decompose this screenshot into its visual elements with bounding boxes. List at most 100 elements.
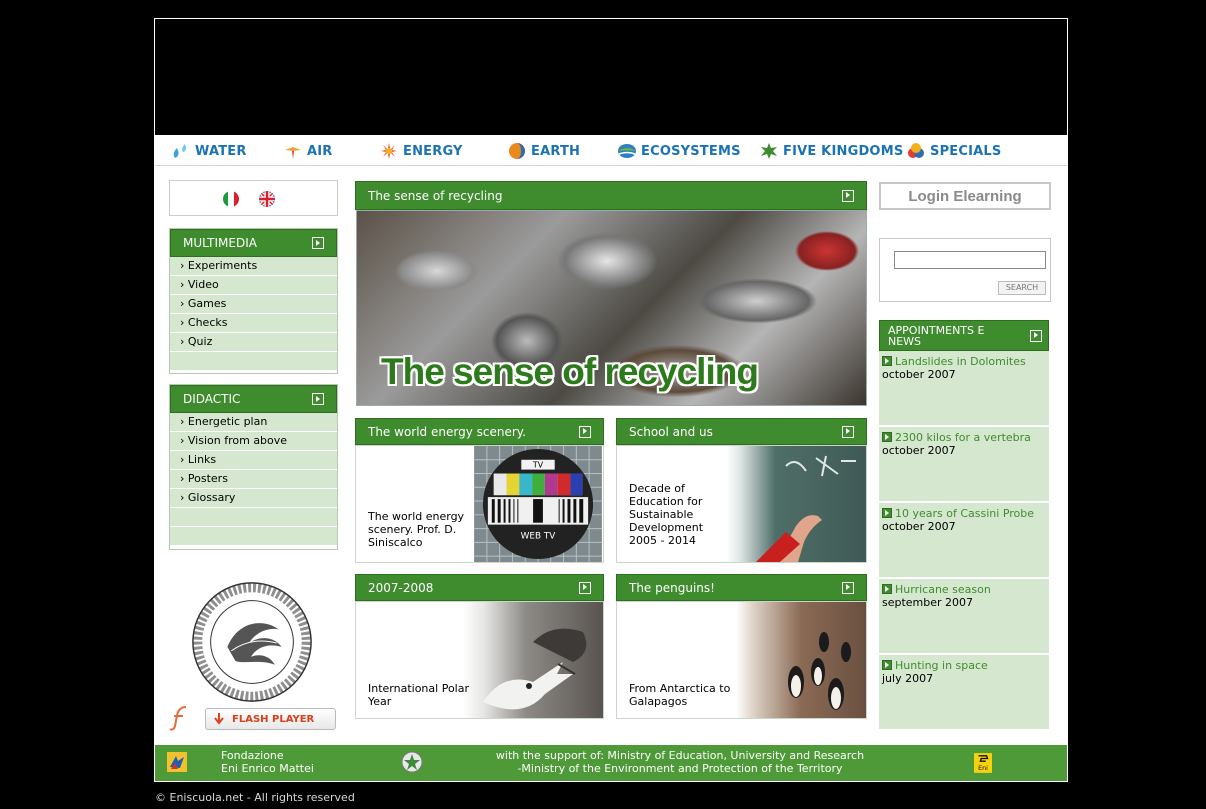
uk-flag-icon[interactable] [258, 190, 276, 208]
menu-item-links[interactable]: › Links [170, 451, 337, 470]
news-link[interactable]: 10 years of Cassini Probe [882, 507, 1046, 520]
top-navigation: WATER AIR ENERGY EARTH ECOSYSTEMS FIVE K… [155, 135, 1067, 166]
login-label: Login Elearning [908, 187, 1022, 205]
support-line2: -Ministry of the Environment and Protect… [517, 762, 843, 775]
didactic-header[interactable]: DIDACTIC [170, 385, 337, 413]
card-polar-year-header[interactable]: 2007-2008 [355, 574, 604, 601]
menu-item-games[interactable]: › Games [170, 295, 337, 314]
ecosystems-icon [618, 144, 636, 158]
news-title-text: Hunting in space [895, 659, 988, 672]
nav-air[interactable]: AIR [283, 142, 333, 160]
flash-icon [169, 706, 187, 731]
chalk-hand-graphic [756, 455, 856, 562]
arrow-icon [842, 425, 854, 438]
card-world-energy[interactable]: TV WEB TV The world energy scenery. Prof… [355, 445, 604, 563]
multimedia-title: MULTIMEDIA [183, 236, 257, 250]
news-date: october 2007 [882, 368, 956, 381]
bullet-arrow-icon [882, 508, 892, 518]
menu-spacer [170, 527, 337, 546]
menu-item-energetic-plan[interactable]: › Energetic plan [170, 413, 337, 432]
search-box: SEARCH [879, 238, 1051, 302]
foundation-line2: Eni Enrico Mattei [221, 762, 314, 775]
nav-water-label: WATER [195, 143, 247, 159]
italian-republic-emblem-icon[interactable] [400, 750, 424, 774]
card-world-energy-header[interactable]: The world energy scenery. [355, 418, 604, 445]
news-date: october 2007 [882, 520, 956, 533]
flash-player-button[interactable]: FLASH PLAYER [205, 708, 336, 730]
card-polar-year[interactable]: International Polar Year [355, 601, 604, 719]
header-banner [155, 19, 1067, 135]
news-link[interactable]: 2300 kilos for a vertebra [882, 431, 1046, 444]
search-input[interactable] [894, 251, 1046, 269]
nav-five-kingdoms-label: FIVE KINGDOMS [783, 143, 904, 159]
menu-item-vision-from-above[interactable]: › Vision from above [170, 432, 337, 451]
multimedia-menu: MULTIMEDIA › Experiments › Video › Games… [169, 228, 338, 374]
didactic-menu: DIDACTIC › Energetic plan › Vision from … [169, 384, 338, 550]
search-button[interactable]: SEARCH [998, 281, 1046, 295]
water-icon [173, 144, 186, 158]
card-school-header[interactable]: School and us [616, 418, 867, 445]
bullet-arrow-icon [882, 356, 892, 366]
bullet-arrow-icon [882, 584, 892, 594]
nav-earth[interactable]: EARTH [507, 142, 580, 160]
card-text: From Antarctica to Galapagos [629, 682, 731, 708]
arrow-icon [579, 581, 591, 594]
news-title-text: Landslides in Dolomites [895, 355, 1026, 368]
login-elearning-button[interactable]: Login Elearning [879, 182, 1051, 210]
card-penguins[interactable]: From Antarctica to Galapagos [616, 601, 867, 719]
card-text: The world energy scenery. Prof. D. Sinis… [368, 510, 465, 549]
penguins-graphic [788, 632, 851, 710]
news-title-text: 2300 kilos for a vertebra [895, 431, 1031, 444]
svg-text:Eni: Eni [978, 765, 988, 772]
news-header[interactable]: APPOINTMENTS E NEWS [879, 320, 1049, 351]
news-title-text: Hurricane season [895, 583, 991, 596]
italian-flag-icon[interactable] [222, 190, 240, 208]
didactic-title: DIDACTIC [183, 392, 241, 406]
foundation-line1: Fondazione [221, 749, 284, 762]
flash-player-label: FLASH PLAYER [232, 713, 315, 725]
feature-image[interactable]: The sense of recycling [356, 210, 867, 406]
arrow-icon [312, 237, 324, 249]
news-item[interactable]: 2300 kilos for a vertebra october 2007 [879, 427, 1049, 503]
news-link[interactable]: Hunting in space [882, 659, 1046, 672]
menu-item-checks[interactable]: › Checks [170, 314, 337, 333]
nav-five-kingdoms[interactable]: FIVE KINGDOMS [759, 142, 903, 160]
news-link[interactable]: Hurricane season [882, 583, 1046, 596]
menu-item-posters[interactable]: › Posters [170, 470, 337, 489]
news-item[interactable]: Landslides in Dolomites october 2007 [879, 351, 1049, 427]
decade-seal-logo[interactable] [188, 578, 316, 706]
bullet-arrow-icon [882, 660, 892, 670]
nav-ecosystems[interactable]: ECOSYSTEMS [617, 142, 741, 160]
bird-image [463, 602, 603, 718]
card-penguins-header[interactable]: The penguins! [616, 574, 867, 601]
nav-air-label: AIR [307, 143, 333, 159]
news-link[interactable]: Landslides in Dolomites [882, 355, 1046, 368]
arrow-icon [1030, 329, 1042, 342]
news-date: september 2007 [882, 596, 974, 609]
news-date: october 2007 [882, 444, 956, 457]
foundation-text: Fondazione Eni Enrico Mattei [221, 749, 314, 775]
svg-text:TV: TV [532, 461, 544, 470]
news-item[interactable]: Hurricane season september 2007 [879, 579, 1049, 655]
eni-foundation-logo-icon[interactable] [166, 751, 188, 773]
feature-header[interactable]: The sense of recycling [355, 181, 867, 210]
nav-energy[interactable]: ENERGY [379, 142, 463, 160]
news-date: july 2007 [882, 672, 934, 685]
air-icon [285, 147, 301, 159]
eni-logo-icon[interactable]: Eni [974, 752, 992, 774]
arrow-icon [579, 425, 591, 438]
menu-spacer [170, 352, 337, 371]
nav-specials[interactable]: SPECIALS [906, 142, 1001, 160]
menu-item-experiments[interactable]: › Experiments [170, 257, 337, 276]
menu-item-glossary[interactable]: › Glossary [170, 489, 337, 508]
news-title-text: 10 years of Cassini Probe [895, 507, 1035, 520]
menu-item-video[interactable]: › Video [170, 276, 337, 295]
nav-water[interactable]: WATER [171, 142, 247, 160]
menu-item-quiz[interactable]: › Quiz [170, 333, 337, 352]
news-item[interactable]: Hunting in space july 2007 [879, 655, 1049, 731]
copyright-text: © Eniscuola.net - All rights reserved [155, 791, 355, 804]
multimedia-header[interactable]: MULTIMEDIA [170, 229, 337, 257]
news-item[interactable]: 10 years of Cassini Probe october 2007 [879, 503, 1049, 579]
card-school[interactable]: Decade of Education for Sustainable Deve… [616, 445, 867, 563]
card-title: School and us [629, 424, 713, 439]
